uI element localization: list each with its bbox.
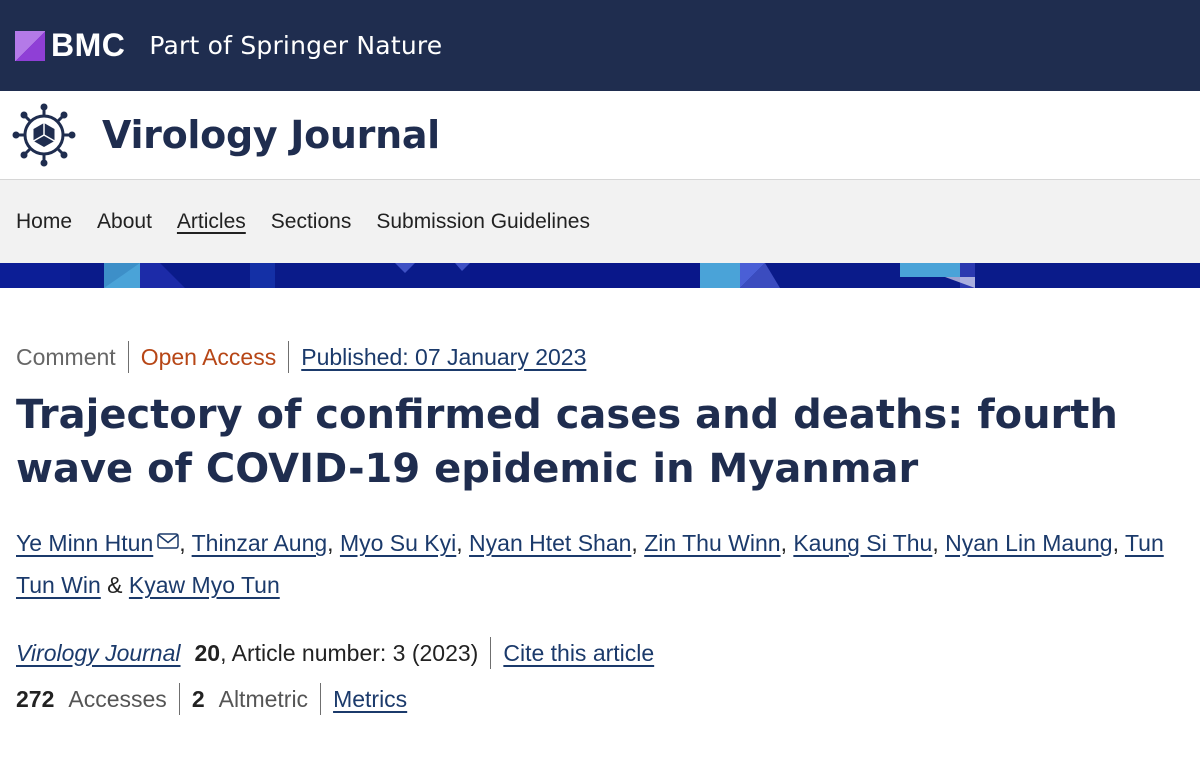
accesses-label: Accesses	[68, 685, 167, 712]
journal-header: Virology Journal	[0, 91, 1200, 180]
nav-item-sections[interactable]: Sections	[271, 210, 352, 234]
author-separator: ,	[327, 530, 334, 556]
volume-number: 20	[194, 639, 221, 666]
bmc-brand-text: BMC	[51, 27, 126, 63]
author-link[interactable]: Kaung Si Thu	[793, 530, 932, 556]
author-separator: ,	[631, 530, 638, 556]
author-separator: ,	[1112, 530, 1119, 556]
main-nav: Home About Articles Sections Submission …	[0, 180, 1200, 263]
divider	[490, 637, 492, 669]
metrics-link[interactable]: Metrics	[333, 686, 407, 713]
author-separator: ,	[932, 530, 939, 556]
article-header: Comment Open Access Published: 07 Januar…	[0, 340, 1200, 716]
divider	[178, 683, 180, 715]
author-link[interactable]: Nyan Lin Maung	[945, 530, 1113, 556]
article-type: Comment	[16, 343, 116, 370]
author-link[interactable]: Myo Su Kyi	[340, 530, 456, 556]
nav-item-home[interactable]: Home	[16, 210, 72, 234]
article-title: Trajectory of confirmed cases and deaths…	[16, 392, 1118, 492]
citation-line: Virology Journal 20, Article number: 3 (…	[16, 636, 1184, 670]
virus-icon[interactable]	[12, 103, 76, 167]
article-meta: Comment Open Access Published: 07 Januar…	[16, 340, 1184, 374]
email-icon[interactable]	[157, 533, 179, 549]
author-separator: ,	[456, 530, 463, 556]
author-separator: ,	[780, 530, 787, 556]
author-link[interactable]: Ye Minn Htun	[16, 530, 153, 556]
author-list: Ye Minn Htun, Thinzar Aung, Myo Su Kyi, …	[16, 522, 1166, 606]
author-link[interactable]: Thinzar Aung	[192, 530, 328, 556]
author-separator: ,	[179, 530, 186, 556]
metrics-line: 272 Accesses 2 Altmetric Metrics	[16, 682, 1184, 716]
accesses-count: 272	[16, 685, 55, 712]
journal-name-link[interactable]: Virology Journal	[16, 640, 181, 667]
bmc-logo[interactable]: BMC	[15, 27, 125, 64]
nav-item-about[interactable]: About	[97, 210, 152, 234]
banner-pattern	[0, 263, 1200, 288]
bmc-logo-mark-icon	[15, 30, 45, 61]
nav-item-submission-guidelines[interactable]: Submission Guidelines	[376, 210, 590, 234]
springer-nature-tagline[interactable]: Part of Springer Nature	[149, 31, 442, 60]
author-ampersand: &	[107, 572, 123, 598]
journal-title[interactable]: Virology Journal	[102, 113, 440, 157]
site-header: BMC Part of Springer Nature	[0, 0, 1200, 91]
author-link[interactable]: Nyan Htet Shan	[469, 530, 631, 556]
decorative-banner	[0, 263, 1200, 288]
published-date-link[interactable]: Published: 07 January 2023	[301, 344, 586, 371]
nav-item-articles[interactable]: Articles	[177, 210, 246, 234]
divider	[127, 341, 129, 373]
open-access-badge: Open Access	[140, 343, 277, 370]
altmetric-count: 2	[191, 685, 205, 712]
divider	[320, 683, 322, 715]
author-link[interactable]: Zin Thu Winn	[644, 530, 780, 556]
altmetric-label: Altmetric	[218, 685, 309, 712]
article-number: , Article number: 3 (2023)	[220, 639, 479, 666]
cite-this-article-link[interactable]: Cite this article	[503, 640, 654, 667]
author-link[interactable]: Kyaw Myo Tun	[129, 572, 280, 598]
divider	[288, 341, 290, 373]
